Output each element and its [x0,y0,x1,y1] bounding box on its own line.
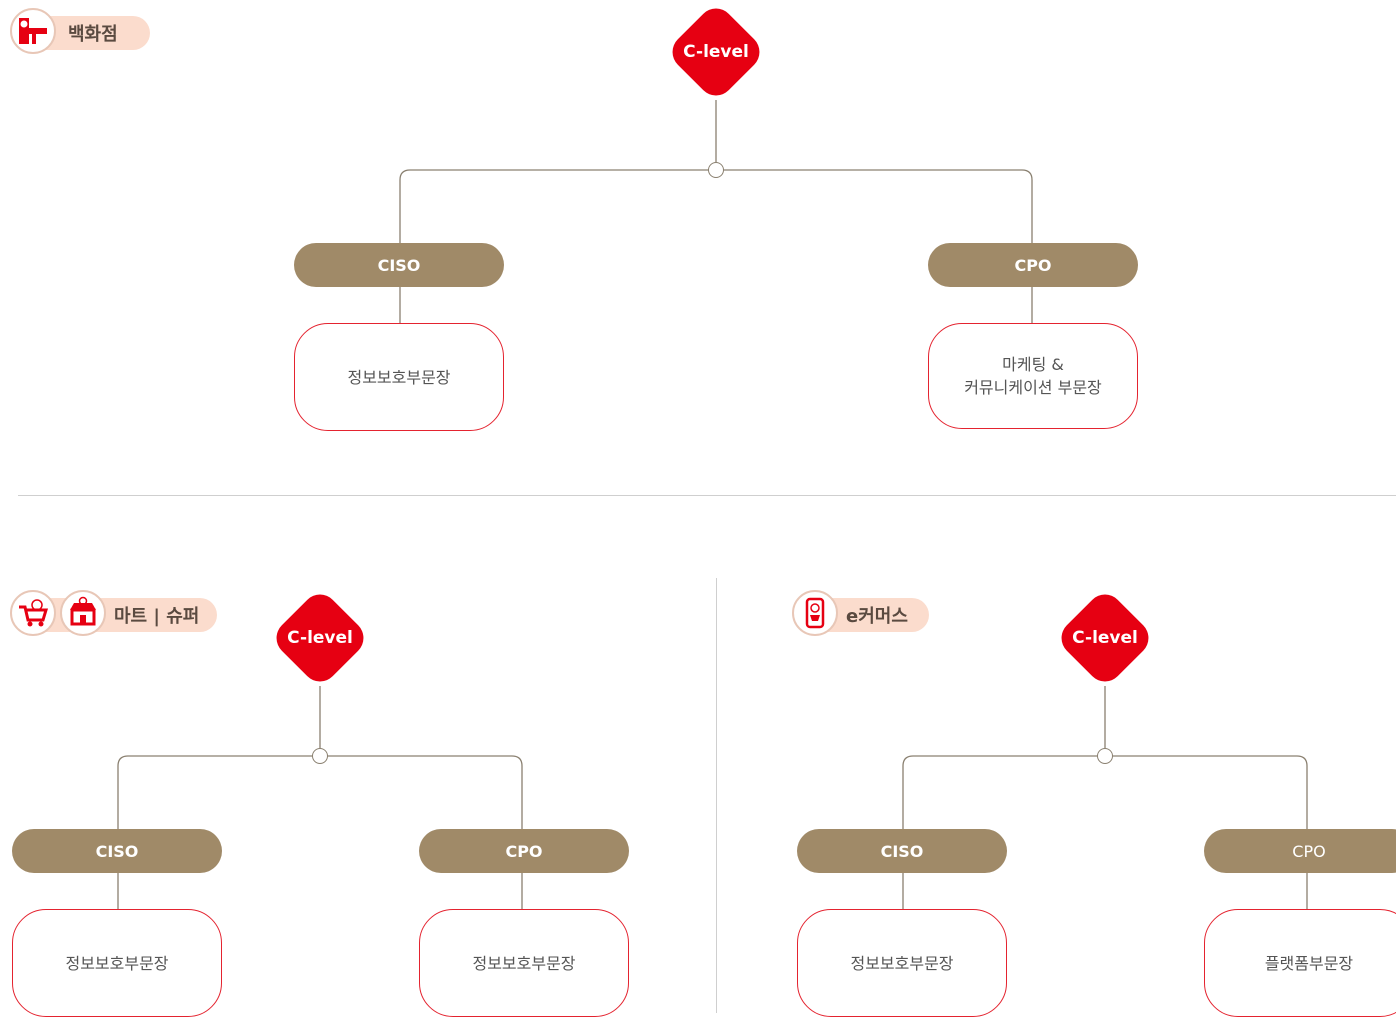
cpo-head-box: 마케팅 & 커뮤니케이션 부문장 [928,323,1138,429]
ciso-head-box: 정보보호부문장 [12,909,222,1017]
ciso-role: CISO [294,243,504,287]
department-store-icon [10,8,56,54]
cpo-role: CPO [1204,829,1396,873]
c-level-label: C-level [287,628,353,648]
box-label: 정보보호부문장 [347,367,451,387]
mobile-shop-icon [792,590,838,636]
section-divider [18,495,1396,496]
junction-node [312,748,328,764]
c-level-label: C-level [683,42,749,62]
junction-node [708,162,724,178]
box-label-line1: 마케팅 & [1002,355,1064,374]
cpo-role: CPO [419,829,629,873]
c-level-label: C-level [1072,628,1138,648]
section-tag-label: e커머스 [846,606,908,627]
ciso-head-box: 정보보호부문장 [294,323,504,431]
ciso-head-box: 정보보호부문장 [797,909,1007,1017]
box-label: 플랫폼부문장 [1264,953,1354,973]
section-tag-label: 마트 | 슈퍼 [114,606,200,627]
ciso-role: CISO [797,829,1007,873]
cpo-head-box: 정보보호부문장 [419,909,629,1017]
cpo-head-box: 플랫폼부문장 [1204,909,1396,1017]
cart-icon [10,590,56,636]
box-label-line2: 커뮤니케이션 부문장 [964,378,1102,397]
storefront-icon [60,590,106,636]
section-tag-label: 백화점 [68,24,118,45]
column-divider [716,578,717,1013]
box-label: 정보보호부문장 [472,953,576,973]
cpo-role: CPO [928,243,1138,287]
box-label: 정보보호부문장 [65,953,169,973]
ciso-role: CISO [12,829,222,873]
junction-node [1097,748,1113,764]
box-label: 정보보호부문장 [850,953,954,973]
